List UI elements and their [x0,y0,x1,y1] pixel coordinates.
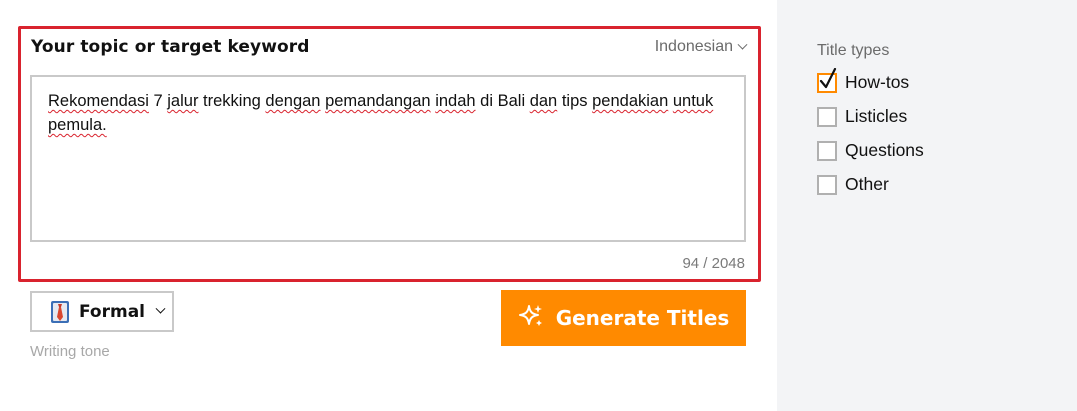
topic-text: Rekomendasi 7 jalur trekking dengan pema… [48,89,728,137]
topic-word: pemandangan [325,92,431,110]
title-types-heading: Title types [817,42,890,59]
topic-word: untuk [672,92,714,110]
topic-title: Your topic or target keyword [31,37,310,57]
tone-value: Formal [79,301,145,322]
title-type-label: How-tos [845,72,910,92]
checkbox[interactable] [817,140,837,161]
topic-word: jalur [167,92,199,110]
topic-textarea[interactable]: Rekomendasi 7 jalur trekking dengan pema… [30,75,746,242]
checkbox-checked[interactable] [817,67,837,93]
checkbox[interactable] [817,174,837,195]
title-type-listicles[interactable]: Listicles [817,106,907,127]
checkbox[interactable] [817,106,837,127]
main-panel: Your topic or target keyword Indonesian … [0,0,777,411]
necktie-icon [49,300,71,324]
title-type-other[interactable]: Other [817,174,889,195]
title-types-panel: Title types How-tos Listicles Questions … [777,0,1077,411]
topic-word: tips [561,92,588,110]
title-type-label: Questions [845,140,924,160]
topic-word: pendakian [592,92,669,110]
topic-word: dan [529,92,558,110]
topic-word: 7 [153,92,163,110]
topic-word: di [480,92,493,110]
chevron-down-icon [155,303,166,314]
topic-word: Rekomendasi [48,92,149,110]
language-value: Indonesian [654,38,733,55]
topic-word: dengan [265,92,321,110]
topic-word: trekking [203,92,261,110]
tone-caption: Writing tone [30,343,110,360]
title-type-questions[interactable]: Questions [817,140,924,161]
generate-titles-label: Generate Titles [555,306,730,330]
topic-input-card: Your topic or target keyword Indonesian … [18,26,761,282]
character-count: 94 / 2048 [682,255,745,272]
title-type-label: Listicles [845,106,908,126]
title-type-howtos[interactable]: How-tos [817,67,910,93]
topic-word: pemula. [48,116,107,134]
sparkles-icon [518,303,544,334]
title-type-label: Other [845,174,889,194]
chevron-down-icon [737,39,748,50]
writing-tone-dropdown[interactable]: Formal [30,291,174,332]
generate-titles-button[interactable]: Generate Titles [501,290,746,346]
topic-word: indah [435,92,476,110]
language-dropdown[interactable]: Indonesian [654,38,748,56]
topic-word: Bali [497,92,526,110]
